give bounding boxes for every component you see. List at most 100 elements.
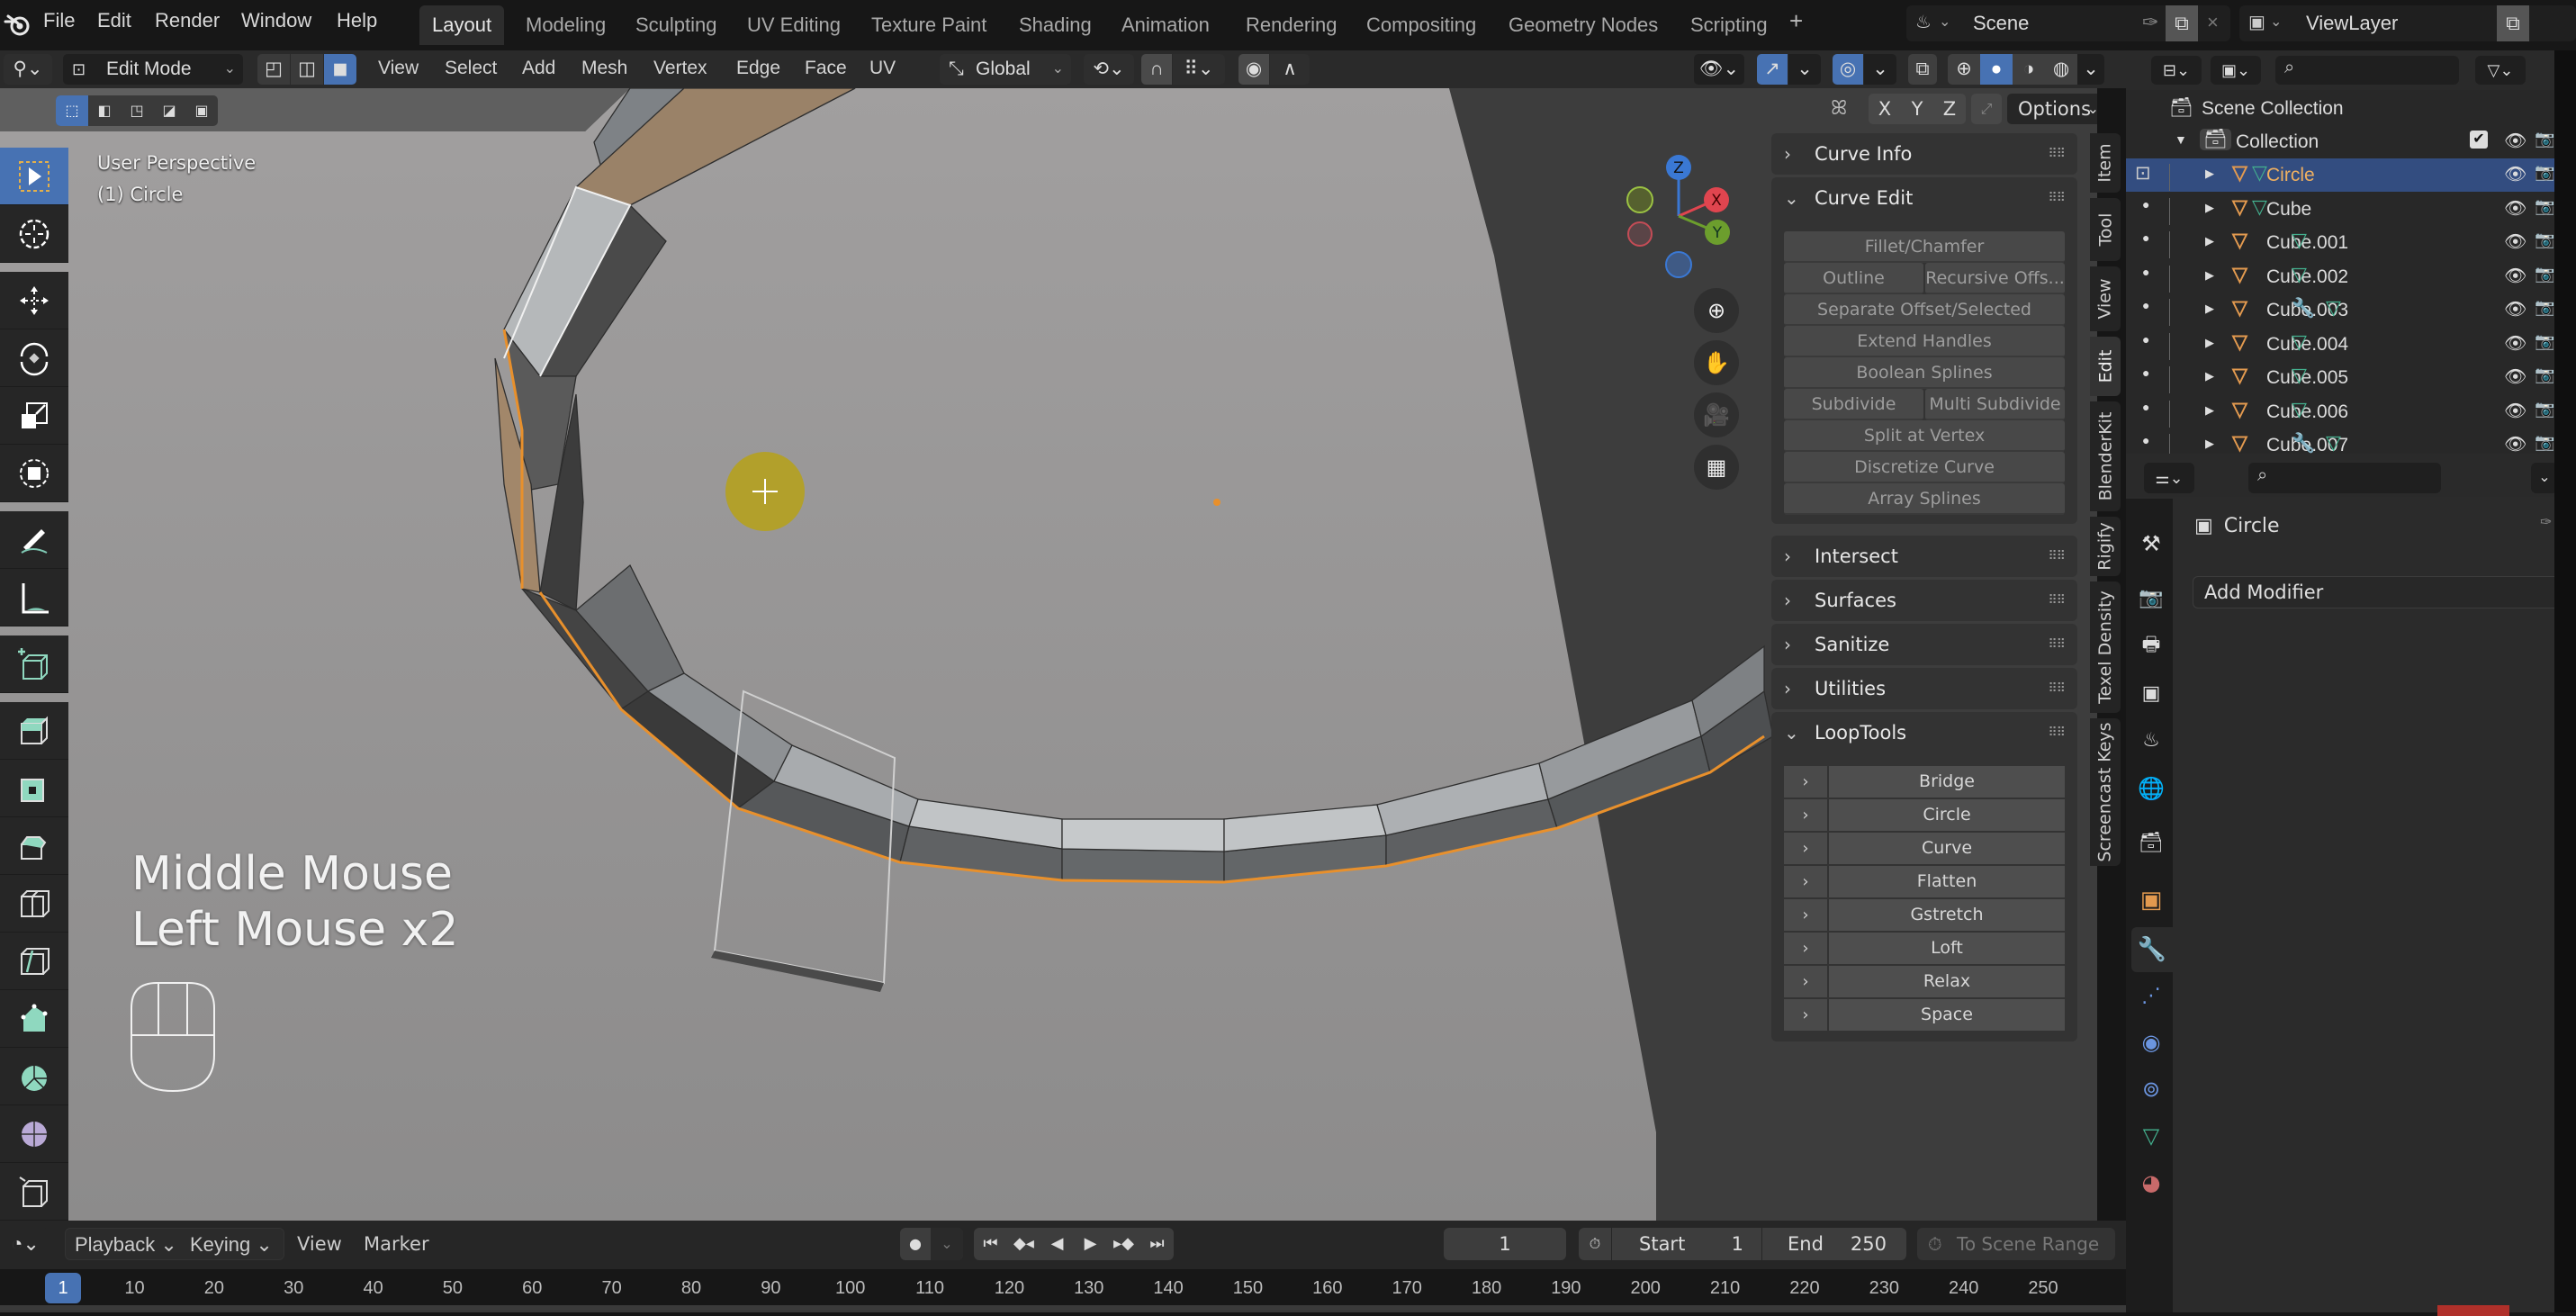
tab-uv-editing[interactable]: UV Editing (734, 5, 853, 45)
playback-menu[interactable]: Playback ⌄ (75, 1233, 177, 1257)
tab-scripting[interactable]: Scripting (1678, 5, 1780, 45)
panel-curve-info[interactable]: › Curve Info ⠿⠿ (1771, 133, 2077, 175)
auto-merge-toggle[interactable]: ⤢ (1971, 94, 2002, 124)
dot-icon[interactable]: ● (2142, 298, 2149, 312)
shading-rendered-button[interactable]: ◍ (2045, 54, 2077, 85)
copy-scene-icon[interactable]: ⧉ (2166, 5, 2198, 41)
eye-icon[interactable]: 👁 (2504, 298, 2526, 320)
sidebar-tab-screencast-keys[interactable]: Screencast Keys (2090, 718, 2121, 866)
outline-button[interactable]: Outline (1784, 263, 1923, 294)
outliner-item[interactable]: ● ▶ ▽ Cube.001 ▽ 👁 📷 (2126, 226, 2554, 259)
dot-icon[interactable]: ● (2142, 332, 2149, 347)
navigation-gizmo[interactable]: Z X Y (1611, 144, 1746, 279)
dot-icon[interactable]: ● (2142, 365, 2149, 380)
camera-icon[interactable]: 📷 (2535, 400, 2554, 419)
proportional-edit-toggle[interactable]: ◉ (1238, 54, 1269, 85)
tab-layout[interactable]: Layout (419, 5, 505, 45)
looptools-gstretch[interactable]: › Gstretch (1784, 899, 2065, 931)
outliner-item[interactable]: ⊡ ▶ ▽ Circle ▽ 👁 📷 (2126, 158, 2554, 192)
gizmo-y-label[interactable]: Y (1712, 224, 1723, 242)
eye-icon[interactable]: 👁 (2504, 400, 2526, 422)
prev-keyframe-button[interactable]: ◆◂ (1007, 1228, 1040, 1260)
timeline-editor-type-button[interactable]: ◔⌄ (2, 1228, 49, 1260)
sidebar-tab-rigify[interactable]: Rigify (2090, 517, 2121, 576)
edit-mode-icon[interactable]: ⊡ (2135, 162, 2151, 185)
tab-physics[interactable]: ◉ (2133, 1024, 2169, 1060)
looptools-label[interactable]: Space (1829, 999, 2065, 1031)
mesh-data-icon[interactable]: ▽ (2292, 229, 2307, 252)
gizmo-options-button[interactable]: ⌄ (1788, 54, 1821, 85)
chevron-right-icon[interactable]: › (1784, 799, 1829, 831)
menu-select[interactable]: Select (445, 58, 497, 79)
wrench-icon[interactable]: 🔧 (2292, 433, 2315, 455)
proportional-falloff-button[interactable]: ∧ (1270, 54, 1310, 85)
tab-constraints[interactable]: ⊚ (2133, 1071, 2169, 1107)
camera-icon[interactable]: 📷 (2535, 433, 2554, 452)
tool-rotate[interactable] (0, 329, 68, 387)
overlays-options-button[interactable]: ⌄ (1864, 54, 1896, 85)
looptools-loft[interactable]: › Loft (1784, 933, 2065, 964)
play-button[interactable]: ▶ (1074, 1228, 1107, 1260)
menu-face[interactable]: Face (805, 58, 847, 79)
select-new-button[interactable]: ⬚ (56, 95, 88, 126)
pin-icon[interactable]: ✑ (2540, 513, 2552, 530)
dot-icon[interactable]: ● (2142, 230, 2149, 245)
mesh-data-icon[interactable]: ▽ (2292, 330, 2307, 354)
looptools-label[interactable]: Flatten (1829, 866, 2065, 897)
tab-texture-paint[interactable]: Texture Paint (859, 5, 999, 45)
looptools-bridge[interactable]: › Bridge (1784, 766, 2065, 798)
chevron-right-icon[interactable]: › (1784, 999, 1829, 1031)
drag-grip-icon[interactable]: ⠿⠿ (2048, 536, 2065, 577)
tool-scale[interactable] (0, 387, 68, 445)
tool-measure[interactable] (0, 569, 68, 626)
overlays-toggle[interactable]: ◎ (1833, 54, 1863, 85)
chevron-right-icon[interactable]: › (1784, 766, 1829, 798)
chevron-right-icon[interactable]: › (1784, 966, 1829, 997)
tool-knife[interactable] (0, 933, 68, 990)
drag-grip-icon[interactable]: ⠿⠿ (2048, 712, 2065, 753)
timeline-scrollbar[interactable] (0, 1305, 2126, 1312)
mesh-data-icon[interactable]: ▽ (2326, 296, 2341, 320)
menu-view[interactable]: View (378, 58, 419, 79)
edge-select-mode-button[interactable]: ◫ (291, 54, 323, 85)
expand-right-icon[interactable]: ▶ (2205, 403, 2214, 418)
expand-right-icon[interactable]: ▶ (2205, 268, 2214, 283)
menu-edit[interactable]: Edit (97, 9, 131, 32)
eye-icon[interactable]: 👁 (2504, 163, 2526, 185)
panel-intersect[interactable]: › Intersect ⠿⠿ (1771, 536, 2077, 577)
menu-file[interactable]: File (43, 9, 75, 32)
tab-compositing[interactable]: Compositing (1354, 5, 1489, 45)
fillet-chamfer-button[interactable]: Fillet/Chamfer (1784, 231, 2065, 263)
expand-down-icon[interactable]: ▼ (2175, 132, 2187, 147)
menu-render[interactable]: Render (155, 9, 220, 32)
properties-search-input[interactable]: ⌕ (2248, 463, 2441, 493)
snap-target-button[interactable]: ⠿⌄ (1173, 54, 1225, 85)
panel-sanitize[interactable]: › Sanitize ⠿⠿ (1771, 624, 2077, 665)
recursive-offset-button[interactable]: Recursive Offs... (1925, 263, 2065, 294)
boolean-splines-button[interactable]: Boolean Splines (1784, 357, 2065, 389)
sidebar-tab-tool[interactable]: Tool (2090, 198, 2121, 261)
camera-icon[interactable]: 📷 (2535, 365, 2554, 384)
expand-right-icon[interactable]: ▶ (2205, 336, 2214, 350)
view-layer-filter-button[interactable]: ▣⌄ (2211, 56, 2261, 85)
camera-icon[interactable]: 📷 (2535, 265, 2554, 284)
expand-right-icon[interactable]: ▶ (2205, 437, 2214, 451)
drag-grip-icon[interactable]: ⠿⠿ (2048, 580, 2065, 621)
xray-toggle[interactable]: ⧉ (1908, 54, 1937, 85)
sidebar-tab-blenderkit[interactable]: BlenderKit (2090, 401, 2121, 511)
camera-icon[interactable]: 📷 (2535, 163, 2554, 182)
looptools-relax[interactable]: › Relax (1784, 966, 2065, 997)
outliner-item[interactable]: ● ▶ ▽ Cube.005 ▽ 👁 📷 (2126, 361, 2554, 394)
tool-smooth[interactable] (0, 1105, 68, 1163)
multi-subdivide-button[interactable]: Multi Subdivide (1925, 389, 2065, 420)
tab-sculpting[interactable]: Sculpting (623, 5, 730, 45)
panel-looptools[interactable]: ⌄ LoopTools ⠿⠿ (1771, 712, 2077, 753)
eye-icon[interactable]: 👁 (2504, 365, 2526, 388)
editor-type-button[interactable]: ⚲⌄ (4, 54, 52, 85)
tab-world[interactable]: 🌐 (2133, 771, 2169, 807)
looptools-label[interactable]: Bridge (1829, 766, 2065, 798)
tab-collection[interactable]: 🗃 (2133, 825, 2169, 861)
tab-render[interactable]: 📷 (2133, 580, 2169, 616)
tool-add-cube[interactable] (0, 635, 68, 693)
outliner-search-input[interactable]: ⌕ (2275, 56, 2459, 85)
